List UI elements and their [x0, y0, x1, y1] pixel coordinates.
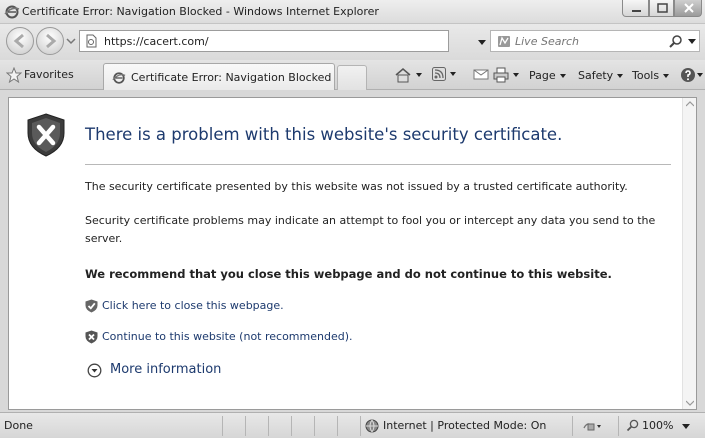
- tab-label: Certificate Error: Navigation Blocked: [131, 71, 332, 84]
- help-dropdown-icon: [697, 73, 703, 77]
- status-divider: [337, 416, 338, 436]
- protected-mode-icon: [583, 423, 601, 431]
- status-divider: [291, 416, 292, 436]
- security-warning-text: Security certificate problems may indica…: [85, 214, 656, 245]
- address-url[interactable]: https://cacert.com/: [104, 35, 209, 48]
- zoom-dropdown-icon[interactable]: [682, 424, 690, 430]
- recommendation-text: We recommend that you close this webpage…: [85, 267, 612, 281]
- read-mail-button[interactable]: [473, 67, 489, 85]
- page-dropdown-icon: [559, 74, 566, 78]
- security-zone-text: Internet | Protected Mode: On: [383, 419, 547, 432]
- expand-chevron-icon: [87, 363, 102, 378]
- page-content: There is a problem with this website's s…: [8, 97, 697, 410]
- status-divider: [268, 416, 269, 436]
- forward-arrow-icon: [46, 33, 57, 49]
- forward-button[interactable]: [36, 27, 64, 55]
- home-button[interactable]: [394, 67, 422, 85]
- address-toolbar: https://cacert.com/: [0, 24, 705, 60]
- live-search-icon: [498, 36, 510, 47]
- back-button[interactable]: [6, 27, 34, 55]
- recent-pages-dropdown-icon[interactable]: [66, 36, 76, 46]
- minimize-icon: [632, 10, 641, 12]
- address-bar[interactable]: https://cacert.com/: [79, 30, 531, 52]
- feeds-dropdown-icon[interactable]: [450, 72, 456, 76]
- status-divider: [572, 416, 573, 436]
- internet-explorer-icon: [4, 5, 20, 19]
- internet-explorer-icon: [112, 72, 126, 84]
- new-tab-button[interactable]: [337, 65, 367, 90]
- search-options-dropdown-icon[interactable]: [688, 39, 696, 45]
- page-menu-label: Page: [529, 69, 556, 82]
- magnifier-icon: [626, 419, 639, 432]
- close-window-button[interactable]: [674, 0, 702, 17]
- title-bar: Certificate Error: Navigation Blocked - …: [0, 0, 705, 24]
- status-divider: [314, 416, 315, 436]
- scroll-up-arrow-icon[interactable]: [686, 101, 694, 107]
- star-icon: [6, 67, 22, 83]
- safety-dropdown-icon: [617, 74, 624, 78]
- mail-icon: [473, 69, 489, 80]
- safety-menu-label: Safety: [578, 69, 614, 82]
- security-error-shield-icon: [27, 113, 65, 157]
- feeds-button[interactable]: [432, 67, 456, 85]
- close-webpage-label[interactable]: Click here to close this webpage.: [102, 299, 284, 312]
- help-icon: [681, 68, 695, 82]
- shield-check-icon: [85, 299, 98, 313]
- page-icon: [86, 34, 97, 48]
- globe-icon: [365, 419, 379, 433]
- tools-menu-label: Tools: [632, 69, 660, 82]
- scroll-down-arrow-icon[interactable]: [686, 400, 694, 406]
- minimize-button[interactable]: [622, 0, 649, 17]
- heading-divider: [85, 164, 671, 165]
- zoom-level: 100%: [642, 419, 674, 432]
- search-input[interactable]: [515, 33, 655, 49]
- status-text: Done: [4, 419, 33, 432]
- tab-certificate-error[interactable]: Certificate Error: Navigation Blocked: [103, 63, 335, 90]
- favorites-label: Favorites: [24, 68, 74, 81]
- tools-menu[interactable]: Tools: [632, 69, 670, 87]
- status-divider: [222, 416, 223, 436]
- status-bar: Done Internet | Protected Mode: On 100%: [0, 412, 705, 438]
- command-bar: Favorites Certificate Error: Navigation …: [0, 60, 705, 90]
- home-icon: [395, 68, 411, 83]
- status-divider: [245, 416, 246, 436]
- status-divider: [360, 416, 361, 436]
- more-information-label: More information: [110, 362, 222, 377]
- safety-menu[interactable]: Safety: [578, 69, 624, 87]
- vertical-scrollbar[interactable]: [682, 98, 696, 409]
- address-dropdown-icon[interactable]: [478, 40, 486, 46]
- page-menu[interactable]: Page: [529, 69, 566, 87]
- error-heading: There is a problem with this website's s…: [85, 125, 563, 144]
- search-box[interactable]: [490, 30, 700, 52]
- maximize-button[interactable]: [649, 0, 674, 17]
- back-arrow-icon: [13, 33, 24, 49]
- feeds-icon: [432, 67, 446, 81]
- close-icon: [684, 3, 694, 13]
- tools-dropdown-icon: [663, 74, 670, 78]
- help-menu[interactable]: [680, 67, 703, 85]
- search-icon[interactable]: [669, 34, 683, 48]
- print-icon: [493, 67, 509, 83]
- status-divider: [618, 416, 619, 436]
- pop-up-blocker-button[interactable]: [582, 419, 602, 436]
- window-title: Certificate Error: Navigation Blocked - …: [22, 5, 379, 18]
- continue-to-website-label[interactable]: Continue to this website (not recommende…: [102, 330, 353, 343]
- certificate-issue-text: The security certificate presented by th…: [85, 180, 628, 193]
- home-dropdown-icon[interactable]: [416, 73, 422, 77]
- maximize-icon: [657, 3, 668, 13]
- shield-x-icon: [85, 330, 98, 344]
- print-button[interactable]: [493, 67, 519, 85]
- print-dropdown-icon[interactable]: [513, 73, 519, 77]
